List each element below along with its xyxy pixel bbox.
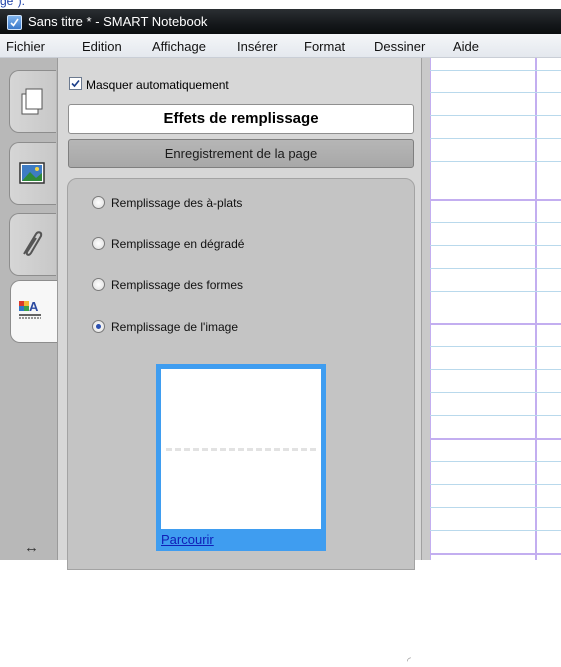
auto-hide-checkbox[interactable] [69, 77, 82, 90]
tab-gallery[interactable] [9, 142, 56, 205]
browse-link-container[interactable]: Parcourir [156, 529, 326, 551]
menu-inserer[interactable]: Insérer [237, 39, 277, 54]
resize-grip-icon: ◜ [407, 656, 411, 667]
grid-line [430, 222, 561, 223]
smart-notebook-app-icon [7, 15, 22, 30]
browse-link[interactable]: Parcourir [161, 532, 214, 547]
sidebar: A ↔ Masquer automatiquement Effets de re… [0, 58, 431, 667]
horizontal-resize-icon[interactable]: ↔ [24, 539, 39, 556]
menu-format[interactable]: Format [304, 39, 345, 54]
radio-gradient-fill[interactable]: Remplissage en dégradé [92, 237, 244, 251]
menu-dessiner[interactable]: Dessiner [374, 39, 425, 54]
fill-image-preview[interactable] [156, 364, 326, 534]
grid-line [430, 92, 561, 93]
panel-section-title: Effets de remplissage [68, 104, 414, 134]
grid-line [430, 461, 561, 462]
menu-affichage[interactable]: Affichage [152, 39, 206, 54]
radio-button-selected[interactable] [92, 320, 105, 333]
window-titlebar: Sans titre * - SMART Notebook [0, 9, 561, 34]
window-title: Sans titre * - SMART Notebook [28, 14, 208, 29]
grid-line-major [430, 323, 561, 325]
top-cropped-text-content: ge"). [0, 0, 25, 8]
grid-line [430, 369, 561, 370]
page-sorter-icon [21, 88, 43, 115]
grid-line-major [430, 553, 561, 555]
radio-solid-fill[interactable]: Remplissage des à-plats [92, 196, 242, 210]
menu-edition[interactable]: Edition [82, 39, 122, 54]
grid-line-major [430, 438, 561, 440]
grid-line [430, 507, 561, 508]
grid-line [430, 392, 561, 393]
grid-line [430, 70, 561, 71]
tab-properties[interactable]: A [10, 280, 59, 343]
checkmark-icon [71, 79, 80, 88]
grid-line [430, 138, 561, 139]
grid-line [430, 415, 561, 416]
auto-hide-row[interactable]: Masquer automatiquement [69, 77, 229, 92]
properties-panel: Masquer automatiquement Effets de rempli… [57, 58, 422, 667]
radio-label: Remplissage des formes [111, 278, 244, 292]
radio-image-fill[interactable]: Remplissage de l'image [92, 320, 238, 334]
preview-placeholder-line [166, 448, 316, 451]
properties-icon: A [19, 299, 41, 319]
radio-label: Remplissage de l'image [111, 320, 239, 334]
gallery-icon [19, 162, 45, 184]
grid-line [430, 346, 561, 347]
menu-bar: Fichier Edition Affichage Insérer Format… [0, 34, 561, 58]
grid-line [430, 115, 561, 116]
radio-pattern-fill[interactable]: Remplissage des formes [92, 278, 243, 292]
grid-line [430, 268, 561, 269]
attachments-icon [23, 231, 43, 256]
tab-page-sorter[interactable] [9, 70, 56, 133]
svg-text:A: A [29, 299, 39, 314]
grid-line [430, 245, 561, 246]
radio-label: Remplissage en dégradé [111, 237, 245, 251]
radio-button[interactable] [92, 278, 105, 291]
grid-line [430, 291, 561, 292]
grid-line [430, 530, 561, 531]
grid-line [430, 161, 561, 162]
sidebar-tabstrip: A ↔ [0, 58, 59, 560]
save-page-button[interactable]: Enregistrement de la page [68, 139, 414, 168]
radio-button[interactable] [92, 196, 105, 209]
notebook-canvas[interactable] [430, 58, 561, 560]
radio-button[interactable] [92, 237, 105, 250]
auto-hide-label: Masquer automatiquement [86, 78, 229, 92]
fill-effects-group: Remplissage des à-plats Remplissage en d… [67, 178, 415, 667]
menu-aide[interactable]: Aide [453, 39, 479, 54]
top-cropped-text: ge"). [0, 0, 561, 9]
menu-fichier[interactable]: Fichier [6, 39, 45, 54]
radio-label: Remplissage des à-plats [111, 196, 243, 210]
grid-line [430, 484, 561, 485]
grid-line-major [430, 199, 561, 201]
tab-attachments[interactable] [9, 213, 56, 276]
